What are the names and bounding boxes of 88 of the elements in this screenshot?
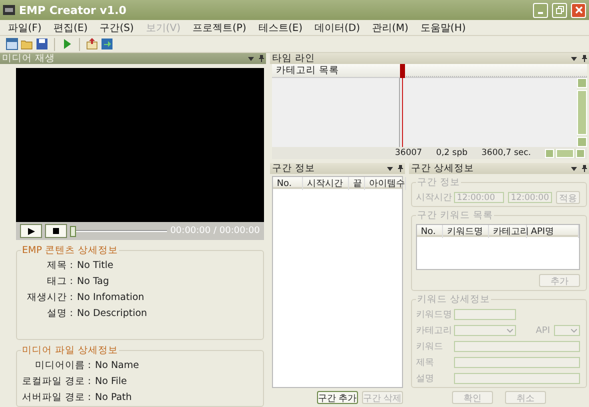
field-value: No Tag xyxy=(77,276,110,287)
play-icon[interactable] xyxy=(61,38,73,50)
field-label: 설명 xyxy=(416,373,435,385)
field-value: No File xyxy=(95,376,128,387)
keyword-name-field[interactable] xyxy=(454,309,516,320)
save-icon[interactable] xyxy=(36,38,48,50)
panel-title: 구간 정보 xyxy=(272,162,316,175)
dropdown-icon[interactable] xyxy=(248,56,254,60)
field-label: 미디어이름 : xyxy=(34,359,91,372)
field-label: API xyxy=(536,326,550,336)
position-readout: 36007 xyxy=(395,148,422,158)
pin-icon[interactable] xyxy=(258,55,264,62)
menu-item[interactable]: 관리(M) xyxy=(368,20,412,34)
field-label: 서버파일 경로 : xyxy=(21,391,91,404)
speed-readout: 0,2 spb xyxy=(436,148,468,158)
dropdown-icon[interactable] xyxy=(571,166,577,170)
restore-button[interactable] xyxy=(552,2,567,18)
field-label: 제목 xyxy=(416,357,435,369)
playhead-line xyxy=(402,78,403,147)
seek-slider[interactable] xyxy=(70,226,168,236)
menu-item[interactable]: 파일(F) xyxy=(4,20,46,34)
pin-icon[interactable] xyxy=(582,55,587,62)
field-label: 제목 : xyxy=(46,259,73,272)
field-value: No Description xyxy=(77,308,148,319)
stop-icon xyxy=(53,228,59,234)
import-icon[interactable] xyxy=(101,38,113,50)
field-label: 키워드명 xyxy=(416,309,450,321)
description-field[interactable] xyxy=(454,373,580,384)
dropdown-icon[interactable] xyxy=(386,166,393,170)
column-header: 카테고리 목록 xyxy=(274,64,340,77)
field-label: 설명 : xyxy=(46,307,73,320)
column-header: No. xyxy=(272,177,303,190)
duration-readout: 3600,7 sec. xyxy=(482,148,531,158)
column-header: 끝 xyxy=(348,177,365,190)
field-label: 키워드 xyxy=(416,341,444,353)
window-title: EMP Creator v1.0 xyxy=(19,4,128,16)
field-value: No Infomation xyxy=(77,292,146,303)
menu-item[interactable]: 테스트(E) xyxy=(254,20,306,34)
menu-item[interactable]: 데이터(D) xyxy=(310,20,364,34)
panel-title: 타임 라인 xyxy=(272,52,316,65)
pin-icon[interactable] xyxy=(398,165,403,172)
pin-icon[interactable] xyxy=(582,165,587,172)
group-title: 미디어 파일 상세정보 xyxy=(21,344,120,357)
play-button[interactable] xyxy=(20,224,42,238)
field-label: 카테고리 xyxy=(416,325,450,337)
chevron-down-icon xyxy=(506,328,513,332)
menu-item[interactable]: 프로젝트(P) xyxy=(188,20,250,34)
dropdown-icon[interactable] xyxy=(571,56,577,60)
chevron-down-icon xyxy=(571,328,577,332)
minimize-button[interactable] xyxy=(533,2,548,18)
field-label: 태그 : xyxy=(46,275,73,288)
column-header: 키워드명 xyxy=(442,225,489,238)
column-header: No. xyxy=(416,225,443,238)
field-value: No Title xyxy=(77,260,114,271)
column-header: 시작시간 xyxy=(302,177,349,190)
group-title: 구간 키워드 목록 xyxy=(416,209,494,222)
group-title: 키워드 상세정보 xyxy=(416,293,491,306)
vertical-scrollbar[interactable] xyxy=(577,78,587,147)
playhead-marker[interactable] xyxy=(400,64,405,78)
close-button[interactable] xyxy=(571,2,586,18)
menu-item[interactable]: 편집(E) xyxy=(50,20,92,34)
stop-button[interactable] xyxy=(45,224,67,238)
panel-title: 미디어 재생 xyxy=(2,52,56,65)
title-field[interactable] xyxy=(454,357,580,368)
horizontal-scrollbar[interactable] xyxy=(545,148,585,158)
export-icon[interactable] xyxy=(86,38,98,50)
time-readout: 00:00:00 / 00:00:00 xyxy=(170,226,260,236)
close-icon xyxy=(574,6,582,14)
group-title: 구간 정보 xyxy=(416,176,461,189)
column-header: API명 xyxy=(526,225,579,238)
play-icon xyxy=(28,228,34,234)
field-value: No Path xyxy=(95,392,133,403)
field-label: 로컬파일 경로 : xyxy=(21,375,91,388)
group-title: EMP 콘텐츠 상세정보 xyxy=(21,244,119,257)
panel-title: 구간 상세정보 xyxy=(410,162,475,175)
menu-item[interactable]: 도움말(H) xyxy=(416,20,470,34)
window-icon[interactable] xyxy=(6,38,18,50)
keyword-field[interactable] xyxy=(454,341,580,352)
restore-icon xyxy=(556,6,564,14)
folder-icon[interactable] xyxy=(21,38,33,50)
column-header: 아이템수 xyxy=(364,177,406,190)
section-button[interactable]: 구간 추가 xyxy=(316,391,358,404)
menu-item[interactable]: 구간(S) xyxy=(96,20,138,34)
field-value: No Name xyxy=(95,360,140,371)
app-icon xyxy=(3,5,15,15)
column-header: 카테고리 xyxy=(488,225,527,238)
field-label: 재생시간 : xyxy=(26,291,73,304)
field-label: 시작시간 xyxy=(416,192,450,204)
